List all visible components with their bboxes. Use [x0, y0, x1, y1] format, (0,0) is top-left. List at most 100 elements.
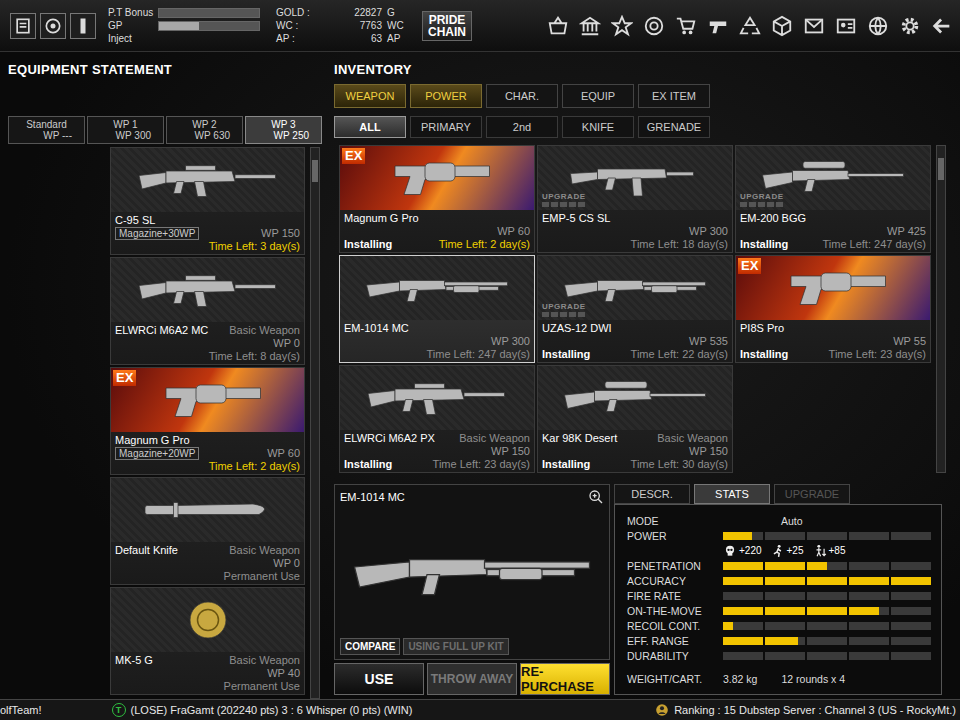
stat-fill — [723, 622, 733, 630]
weapon-set-tab[interactable]: WP 3WP 250 — [245, 116, 322, 144]
inventory-scrollbar[interactable] — [936, 145, 946, 473]
weapon-set-tab[interactable]: WP 1WP 300 — [87, 116, 164, 144]
scroll-thumb[interactable] — [938, 158, 944, 180]
box-button[interactable] — [770, 14, 794, 38]
inventory-card[interactable]: ELWRCi M6A2 PXBasic WeaponWP 150Installi… — [339, 365, 535, 473]
stats-tab[interactable]: DESCR. — [614, 484, 690, 504]
category-tab[interactable]: EX ITEM — [638, 84, 710, 108]
card-line: InstallingTime Left: 2 day(s) — [344, 238, 530, 251]
install-status: Installing — [344, 238, 392, 251]
stat-track — [723, 562, 931, 570]
use-button[interactable]: USE — [334, 663, 424, 695]
equipment-card[interactable]: C-95 SLMagazine+30WPWP 150Time Left: 3 d… — [110, 147, 305, 255]
gun-button[interactable] — [706, 14, 730, 38]
card-line: EM-200 BGG — [740, 212, 926, 225]
graphic-part — [726, 545, 734, 553]
logo-word: CHAIN — [428, 26, 466, 38]
upgrade-slot — [542, 312, 549, 317]
graphic-part — [20, 23, 27, 26]
card-line: Magazine+30WPWP 150 — [115, 227, 300, 240]
stats-tab[interactable]: STATS — [694, 484, 770, 504]
scroll-thumb[interactable] — [312, 160, 318, 182]
graphic-part — [741, 17, 759, 33]
upgrade-slots — [542, 312, 586, 317]
equipment-scrollbar[interactable] — [310, 147, 320, 699]
set-label: Standard — [26, 119, 67, 130]
time-left: Time Left: 2 day(s) — [209, 460, 300, 473]
item-wp: WP 55 — [893, 335, 926, 348]
category-tab[interactable]: CHAR. — [486, 84, 558, 108]
filter-tab[interactable]: KNIFE — [562, 116, 634, 138]
back-arrow-button[interactable] — [930, 14, 954, 38]
equipment-card[interactable]: ELWRCi M6A2 MCBasic WeaponWP 0Time Left:… — [110, 257, 305, 365]
weapon-set-tab[interactable]: StandardWP --- — [8, 116, 85, 144]
graphic-part — [906, 22, 913, 29]
graphic-part — [763, 162, 904, 192]
recycle-button[interactable] — [738, 14, 762, 38]
category-tab[interactable]: EQUIP — [562, 84, 634, 108]
emblem-button[interactable] — [40, 13, 66, 39]
recycle-icon — [739, 15, 761, 37]
shotgun-weapon-icon — [347, 532, 597, 612]
equipment-list-wrap: C-95 SLMagazine+30WPWP 150Time Left: 3 d… — [8, 147, 322, 699]
zoom-icon[interactable] — [588, 489, 604, 505]
graphic-part — [403, 400, 414, 412]
inventory-card[interactable]: EXPI8S ProWP 55InstallingTime Left: 23 d… — [735, 255, 931, 363]
rank-button[interactable] — [70, 13, 96, 39]
target-button[interactable] — [642, 14, 666, 38]
inventory-card[interactable]: EM-1014 MCWP 300Time Left: 247 day(s) — [339, 255, 535, 363]
inventory-card[interactable]: EXMagnum G ProWP 60InstallingTime Left: … — [339, 145, 535, 253]
stat-label: ACCURACY — [627, 575, 723, 587]
id-card-button[interactable] — [834, 14, 858, 38]
category-tab[interactable]: WEAPON — [334, 84, 406, 108]
inventory-card[interactable]: UPGRADEUZAS-12 DWIWP 535InstallingTime L… — [537, 255, 733, 363]
memo-button[interactable] — [10, 13, 36, 39]
graphic-part — [773, 548, 780, 557]
gun-icon — [707, 15, 729, 37]
gear-button[interactable] — [898, 14, 922, 38]
graphic-part — [838, 19, 855, 32]
equipment-card[interactable]: Default KnifeBasic WeaponWP 0Permanent U… — [110, 477, 305, 585]
item-image — [538, 366, 732, 430]
graphic-part — [605, 290, 616, 302]
weapon-set-tab[interactable]: WP 2WP 630 — [166, 116, 243, 144]
card-line: InstallingTime Left: 30 day(s) — [542, 458, 728, 471]
cart-button[interactable] — [674, 14, 698, 38]
item-image: UPGRADE — [538, 256, 732, 320]
card-line: WP 40 — [115, 667, 300, 680]
install-status: Installing — [542, 458, 590, 471]
star-button[interactable] — [610, 14, 634, 38]
graphic-part — [368, 391, 395, 408]
upgrade-slot — [569, 202, 576, 207]
filter-tab[interactable]: GRENADE — [638, 116, 710, 138]
stat-row: POWER — [627, 528, 931, 543]
category-tab[interactable]: POWER — [410, 84, 482, 108]
equipment-card[interactable]: EXMagnum G ProMagazine+20WPWP 60Time Lef… — [110, 367, 305, 475]
inventory-card[interactable]: Kar 98K DesertBasic WeaponWP 150Installi… — [537, 365, 733, 473]
pride-chain-logo[interactable]: PRIDECHAIN — [422, 11, 472, 41]
shop-basket-button[interactable] — [546, 14, 570, 38]
stats-box: MODEAutoPOWER+220+25+85PENETRATIONACCURA… — [614, 504, 942, 695]
mail-button[interactable] — [802, 14, 826, 38]
card-line: EMP-5 CS SL — [542, 212, 728, 225]
currency: GOLD :22827GWC :7763WCAP :63AP — [276, 7, 408, 44]
rifle-weapon-icon — [362, 374, 512, 422]
stat-track — [723, 592, 931, 600]
full-up-kit-button: USING FULL UP KIT — [403, 638, 508, 655]
graphic-part — [410, 559, 488, 577]
inventory-card[interactable]: UPGRADEEM-200 BGGWP 425InstallingTime Le… — [735, 145, 931, 253]
card-line: InstallingTime Left: 22 day(s) — [542, 348, 728, 361]
filter-tab[interactable]: PRIMARY — [410, 116, 482, 138]
category-tabs: WEAPONPOWERCHAR.EQUIPEX ITEM — [334, 84, 950, 108]
stat-fill — [723, 577, 931, 585]
bank-button[interactable] — [578, 14, 602, 38]
item-type: Basic Weapon — [459, 432, 530, 445]
compare-button[interactable]: COMPARE — [340, 638, 400, 655]
filter-tab[interactable]: 2nd — [486, 116, 558, 138]
filter-tab[interactable]: ALL — [334, 116, 406, 138]
globe-button[interactable] — [866, 14, 890, 38]
re-purchase-button[interactable]: RE-PURCHASE — [520, 663, 610, 695]
stat-label: WEIGHT/CART. — [627, 673, 723, 685]
equipment-card[interactable]: MK-5 GBasic WeaponWP 40Permanent Use — [110, 587, 305, 695]
inventory-card[interactable]: UPGRADEEMP-5 CS SLWP 300Time Left: 18 da… — [537, 145, 733, 253]
